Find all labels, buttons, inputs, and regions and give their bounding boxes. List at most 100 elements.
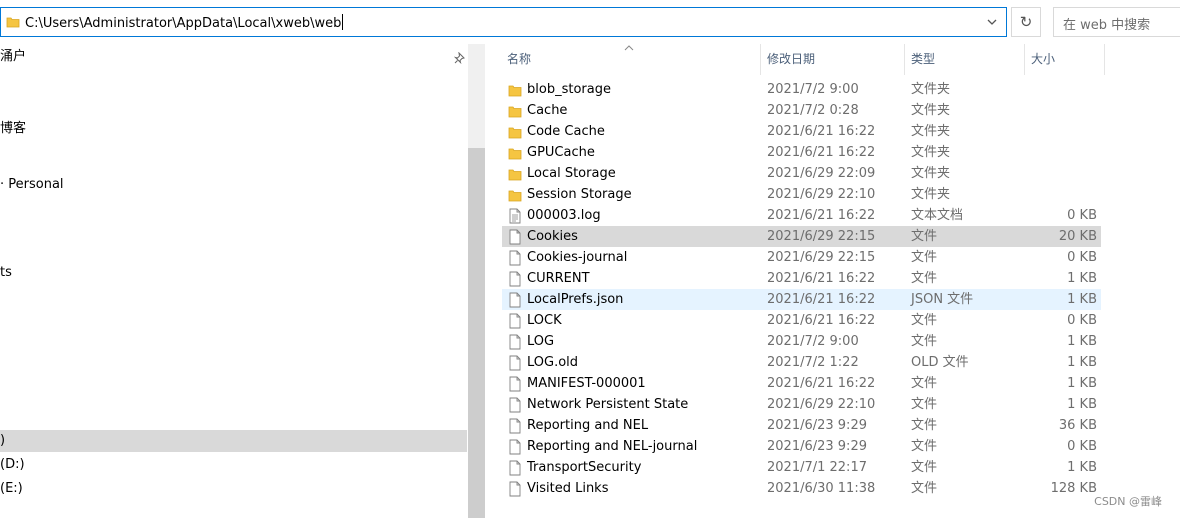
- file-size: 0 KB: [1067, 313, 1097, 328]
- file-date: 2021/6/23 9:29: [767, 439, 867, 454]
- file-size: 0 KB: [1067, 208, 1097, 223]
- file-size: 1 KB: [1067, 292, 1097, 307]
- nav-item-1[interactable]: 涌户: [0, 46, 26, 68]
- file-row[interactable]: GPUCache 2021/6/21 16:22 文件夹: [502, 142, 1101, 163]
- file-type: 文件: [911, 334, 938, 349]
- file-icon: [508, 271, 522, 287]
- file-type: 文件: [911, 229, 938, 244]
- file-icon: [508, 229, 522, 245]
- refresh-button[interactable]: ↻: [1011, 7, 1041, 37]
- file-type: 文件: [911, 481, 938, 496]
- file-row[interactable]: Session Storage 2021/6/29 22:10 文件夹: [502, 184, 1101, 205]
- file-name: Cookies: [527, 229, 578, 244]
- file-row[interactable]: Reporting and NEL-journal 2021/6/23 9:29 文…: [502, 436, 1101, 457]
- file-date: 2021/6/29 22:15: [767, 250, 876, 265]
- file-name: 000003.log: [527, 208, 601, 223]
- address-bar[interactable]: C:\Users\Administrator\AppData\Local\xwe…: [0, 7, 1007, 37]
- file-icon: [508, 397, 522, 413]
- folder-icon: [508, 145, 522, 161]
- file-date: 2021/7/2 9:00: [767, 82, 859, 97]
- navigation-pane: 涌户 博客 · Personal ts ) (D:) (E:): [0, 44, 467, 517]
- column-name[interactable]: 名称: [501, 44, 761, 75]
- file-row[interactable]: Cache 2021/7/2 0:28 文件夹: [502, 100, 1101, 121]
- column-size[interactable]: 大小: [1025, 44, 1105, 75]
- file-type: 文件: [911, 460, 938, 475]
- file-date: 2021/6/29 22:10: [767, 397, 876, 412]
- scrollbar-thumb[interactable]: [468, 148, 485, 518]
- nav-item-4[interactable]: ts: [0, 262, 12, 284]
- file-name: Cache: [527, 103, 568, 118]
- address-toolbar: C:\Users\Administrator\AppData\Local\xwe…: [0, 0, 1180, 44]
- file-row[interactable]: Visited Links 2021/6/30 11:38 文件 128 KB: [502, 478, 1101, 499]
- nav-item-personal[interactable]: · Personal: [0, 174, 64, 196]
- file-row[interactable]: blob_storage 2021/7/2 9:00 文件夹: [502, 79, 1101, 100]
- column-header: 名称 修改日期 类型 大小: [485, 44, 1180, 75]
- file-size: 0 KB: [1067, 439, 1097, 454]
- file-type: 文件: [911, 418, 938, 433]
- folder-icon: [508, 82, 522, 98]
- file-date: 2021/6/21 16:22: [767, 292, 876, 307]
- file-row[interactable]: Code Cache 2021/6/21 16:22 文件夹: [502, 121, 1101, 142]
- navigation-scrollbar[interactable]: [468, 44, 485, 518]
- file-name: Code Cache: [527, 124, 605, 139]
- file-row[interactable]: Network Persistent State 2021/6/29 22:10 文…: [502, 394, 1101, 415]
- file-type: 文件: [911, 397, 938, 412]
- file-row[interactable]: LOCK 2021/6/21 16:22 文件 0 KB: [502, 310, 1101, 331]
- file-type: 文件夹: [911, 187, 951, 202]
- file-name: Session Storage: [527, 187, 632, 202]
- file-name: Visited Links: [527, 481, 609, 496]
- file-row[interactable]: Local Storage 2021/6/29 22:09 文件夹: [502, 163, 1101, 184]
- file-row[interactable]: 000003.log 2021/6/21 16:22 文本文档 0 KB: [502, 205, 1101, 226]
- file-type: 文件: [911, 439, 938, 454]
- file-size: 1 KB: [1067, 271, 1097, 286]
- file-name: Network Persistent State: [527, 397, 689, 412]
- file-size: 0 KB: [1067, 250, 1097, 265]
- file-size: 128 KB: [1050, 481, 1097, 496]
- search-input[interactable]: 在 web 中搜索: [1053, 7, 1180, 37]
- file-date: 2021/6/21 16:22: [767, 271, 876, 286]
- file-size: 1 KB: [1067, 355, 1097, 370]
- file-name: LOG: [527, 334, 555, 349]
- file-type: 文件夹: [911, 166, 951, 181]
- column-date[interactable]: 修改日期: [761, 44, 905, 75]
- file-row[interactable]: MANIFEST-000001 2021/6/21 16:22 文件 1 KB: [502, 373, 1101, 394]
- file-name: MANIFEST-000001: [527, 376, 646, 391]
- file-name: LOCK: [527, 313, 562, 328]
- file-size: 1 KB: [1067, 397, 1097, 412]
- chevron-down-icon[interactable]: [986, 15, 998, 29]
- folder-icon: [6, 17, 20, 28]
- file-name: blob_storage: [527, 82, 611, 97]
- file-row[interactable]: Cookies 2021/6/29 22:15 文件 20 KB: [502, 226, 1101, 247]
- file-icon: [508, 250, 522, 266]
- nav-item-drive-e[interactable]: (E:): [0, 478, 23, 500]
- nav-item-2[interactable]: 博客: [0, 118, 26, 140]
- file-row[interactable]: LocalPrefs.json 2021/6/21 16:22 JSON 文件 1 K…: [502, 289, 1101, 310]
- file-date: 2021/7/2 1:22: [767, 355, 859, 370]
- file-row[interactable]: Cookies-journal 2021/6/29 22:15 文件 0 KB: [502, 247, 1101, 268]
- file-type: 文件夹: [911, 82, 951, 97]
- file-size: 1 KB: [1067, 460, 1097, 475]
- file-row[interactable]: CURRENT 2021/6/21 16:22 文件 1 KB: [502, 268, 1101, 289]
- file-name: Reporting and NEL: [527, 418, 649, 433]
- file-row[interactable]: Reporting and NEL 2021/6/23 9:29 文件 36 KB: [502, 415, 1101, 436]
- pin-icon[interactable]: [454, 52, 466, 64]
- nav-item-drive-d[interactable]: (D:): [0, 454, 25, 476]
- file-date: 2021/6/21 16:22: [767, 124, 876, 139]
- file-row[interactable]: LOG.old 2021/7/2 1:22 OLD 文件 1 KB: [502, 352, 1101, 373]
- file-date: 2021/6/29 22:15: [767, 229, 876, 244]
- file-row[interactable]: TransportSecurity 2021/7/1 22:17 文件 1 KB: [502, 457, 1101, 478]
- file-type: 文件: [911, 313, 938, 328]
- file-date: 2021/7/1 22:17: [767, 460, 867, 475]
- file-size: 20 KB: [1058, 229, 1097, 244]
- refresh-icon: ↻: [1019, 13, 1033, 31]
- file-type: 文件: [911, 250, 938, 265]
- nav-item-drive-c[interactable]: ): [0, 430, 467, 452]
- file-date: 2021/6/21 16:22: [767, 208, 876, 223]
- folder-icon: [508, 124, 522, 140]
- file-size: 1 KB: [1067, 334, 1097, 349]
- file-row[interactable]: LOG 2021/7/2 9:00 文件 1 KB: [502, 331, 1101, 352]
- column-type[interactable]: 类型: [905, 44, 1025, 75]
- file-date: 2021/6/21 16:22: [767, 376, 876, 391]
- address-path[interactable]: C:\Users\Administrator\AppData\Local\xwe…: [25, 14, 344, 31]
- file-date: 2021/6/21 16:22: [767, 145, 876, 160]
